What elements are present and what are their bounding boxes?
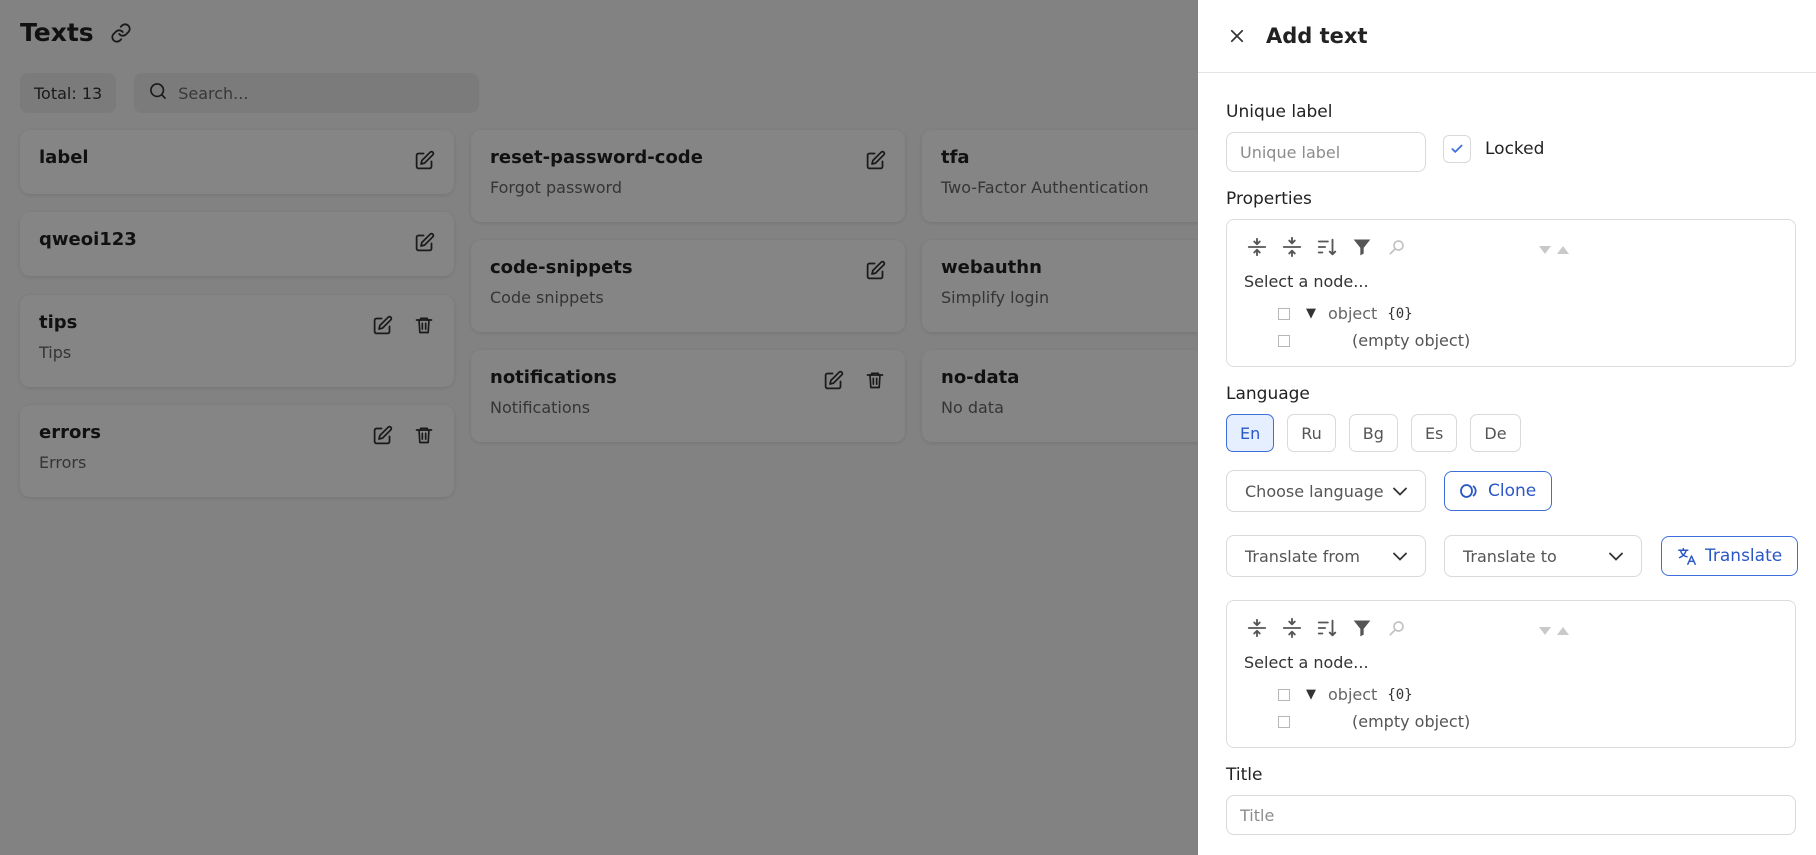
navigation-arrows [1537,240,1571,259]
drawer-header: Add text [1198,0,1816,73]
arrow-up-icon[interactable] [1555,621,1571,640]
json-empty-text: (empty object) [1352,712,1471,731]
text-json-editor[interactable]: Select a node... ▼ object {0} (empty obj… [1226,600,1796,748]
add-text-drawer: Add text Unique label Locked Properties [1198,0,1816,855]
drawer-title: Add text [1266,24,1368,48]
json-key: object [1328,304,1378,323]
sort-icon[interactable] [1315,616,1339,640]
chevron-down-icon [1393,549,1407,563]
translate-label: Translate [1705,546,1783,566]
json-editor-toolbar [1245,235,1409,259]
expand-triangle-icon[interactable]: ▼ [1306,687,1316,702]
translate-icon [1677,546,1697,566]
chevron-down-icon [1393,484,1407,498]
filter-icon[interactable] [1350,616,1374,640]
json-count: {0} [1387,686,1413,703]
search-icon[interactable] [1385,235,1409,259]
json-tree-row[interactable]: ▼ object {0} [1278,685,1413,704]
locked-toggle[interactable]: Locked [1443,135,1544,163]
translate-to-value: Translate to [1463,546,1557,566]
json-select-node: Select a node... [1244,653,1369,672]
language-tab-es[interactable]: Es [1410,414,1458,452]
language-label: Language [1226,384,1310,404]
sort-icon[interactable] [1315,235,1339,259]
row-checkbox[interactable] [1278,688,1290,701]
json-count: {0} [1387,305,1413,322]
json-tree-row[interactable]: ▼ object {0} [1278,304,1413,323]
arrow-down-icon[interactable] [1537,240,1553,259]
modal-overlay[interactable] [0,0,1198,855]
collapse-all-icon[interactable] [1280,616,1304,640]
translate-to-select[interactable]: Translate to [1444,535,1642,577]
language-tab-de[interactable]: De [1470,414,1521,452]
json-tree-row[interactable]: (empty object) [1278,712,1470,731]
close-icon[interactable] [1226,25,1248,47]
row-checkbox[interactable] [1278,334,1290,347]
collapse-all-icon[interactable] [1280,235,1304,259]
row-checkbox[interactable] [1278,715,1290,728]
chevron-down-icon [1609,549,1623,563]
json-empty-text: (empty object) [1352,331,1471,350]
expand-all-icon[interactable] [1245,616,1269,640]
title-input[interactable] [1226,795,1796,835]
choose-language-select[interactable]: Choose language [1226,470,1426,512]
expand-all-icon[interactable] [1245,235,1269,259]
language-tab-ru[interactable]: Ru [1287,414,1336,452]
clone-button[interactable]: Clone [1444,471,1553,511]
locked-checkbox[interactable] [1443,135,1471,163]
expand-triangle-icon[interactable]: ▼ [1306,306,1316,321]
locked-label: Locked [1485,139,1545,159]
language-tabs: En Ru Bg Es De [1226,414,1521,452]
properties-json-editor[interactable]: Select a node... ▼ object {0} (empty obj… [1226,219,1796,367]
translate-button[interactable]: Translate [1661,536,1799,576]
title-label: Title [1226,765,1263,785]
filter-icon[interactable] [1350,235,1374,259]
translate-from-value: Translate from [1245,546,1360,566]
json-tree-row[interactable]: (empty object) [1278,331,1470,350]
clone-icon [1460,481,1480,501]
choose-language-value: Choose language [1245,481,1384,501]
json-select-node: Select a node... [1244,272,1369,291]
properties-label: Properties [1226,189,1312,209]
unique-label-input[interactable] [1226,132,1426,172]
arrow-down-icon[interactable] [1537,621,1553,640]
navigation-arrows [1537,621,1571,640]
unique-label-label: Unique label [1226,102,1333,122]
arrow-up-icon[interactable] [1555,240,1571,259]
json-editor-toolbar [1245,616,1409,640]
row-checkbox[interactable] [1278,307,1290,320]
json-key: object [1328,685,1378,704]
translate-from-select[interactable]: Translate from [1226,535,1426,577]
language-tab-bg[interactable]: Bg [1348,414,1398,452]
clone-label: Clone [1488,481,1537,501]
language-tab-en[interactable]: En [1226,414,1275,452]
search-icon[interactable] [1385,616,1409,640]
